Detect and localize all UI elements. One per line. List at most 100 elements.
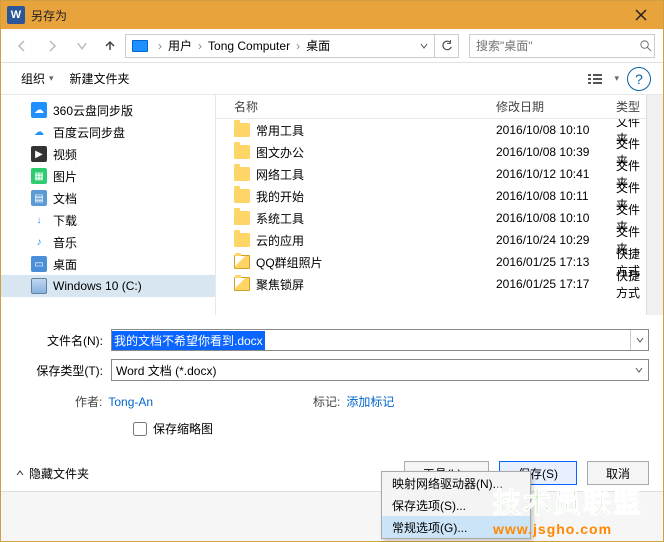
file-name: 云的应用: [256, 232, 304, 249]
file-list: 名称 修改日期 类型 常用工具2016/10/08 10:10文件夹图文办公20…: [216, 95, 646, 315]
close-button[interactable]: [619, 1, 663, 29]
search-box[interactable]: [469, 34, 655, 58]
author-label: 作者:: [75, 395, 102, 409]
tree-item-label: 下载: [53, 212, 77, 229]
tags-value[interactable]: 添加标记: [346, 395, 394, 409]
tree-item-label: 视频: [53, 146, 77, 163]
toolbar: 组织▾ 新建文件夹 ▾ ?: [1, 63, 663, 95]
col-date[interactable]: 修改日期: [496, 98, 616, 115]
tree-item[interactable]: ▤文档: [1, 187, 215, 209]
crumb-user[interactable]: Tong Computer: [206, 39, 292, 53]
file-date: 2016/10/08 10:10: [496, 123, 616, 137]
save-form: 文件名(N): 我的文档不希望你看到.docx 保存类型(T): Word 文档…: [1, 315, 663, 443]
crumb-users[interactable]: 用户: [166, 37, 194, 54]
titlebar: W 另存为: [1, 1, 663, 29]
tree-item-label: 图片: [53, 168, 77, 185]
table-row[interactable]: 常用工具2016/10/08 10:10文件夹: [216, 119, 646, 141]
back-icon: [15, 39, 29, 53]
forward-button[interactable]: [39, 33, 65, 59]
watermark: 技术员联盟 www.jsgho.com: [493, 481, 643, 537]
tree-item[interactable]: ▭ 桌面: [1, 253, 215, 275]
tree-item-label: 桌面: [53, 256, 77, 273]
refresh-button[interactable]: [434, 35, 458, 57]
file-date: 2016/10/08 10:10: [496, 211, 616, 225]
filetype-label: 保存类型(T):: [15, 362, 111, 379]
filename-field[interactable]: 我的文档不希望你看到.docx: [111, 329, 649, 351]
table-row[interactable]: 网络工具2016/10/12 10:41文件夹: [216, 163, 646, 185]
table-row[interactable]: 我的开始2016/10/08 10:11文件夹: [216, 185, 646, 207]
list-header: 名称 修改日期 类型: [216, 95, 646, 119]
chevron-down-icon: ▾: [49, 73, 54, 84]
tree-item[interactable]: ☁ 百度云同步盘: [1, 121, 215, 143]
filetype-dropdown[interactable]: [630, 360, 648, 380]
help-button[interactable]: ?: [627, 67, 651, 91]
folder-icon: [234, 145, 250, 159]
tree-item[interactable]: ▶ 视频: [1, 143, 215, 165]
refresh-icon: [441, 40, 453, 52]
crumb-desktop[interactable]: 桌面: [304, 37, 332, 54]
tree-item[interactable]: ☁ 360云盘同步版: [1, 99, 215, 121]
table-row[interactable]: 聚焦锁屏2016/01/25 17:17快捷方式: [216, 273, 646, 295]
tree-item[interactable]: Windows 10 (C:): [1, 275, 215, 297]
table-row[interactable]: 图文办公2016/10/08 10:39文件夹: [216, 141, 646, 163]
back-button[interactable]: [9, 33, 35, 59]
ic-cloud2-icon: ☁: [31, 124, 47, 140]
col-type[interactable]: 类型: [616, 98, 646, 115]
ic-desk-icon: ▭: [31, 256, 47, 272]
save-thumbnail-checkbox[interactable]: [133, 422, 147, 436]
tree-item-label: 音乐: [53, 234, 77, 251]
ic-music-icon: ♪: [31, 234, 47, 250]
file-date: 2016/10/24 10:29: [496, 233, 616, 247]
main-pane: ☁ 360云盘同步版 ☁ 百度云同步盘 ▶ 视频 ▦ 图片 ▤文档 ↓ 下载 ♪ 音乐 ▭ 桌面 Window…: [1, 95, 663, 315]
view-mode-button[interactable]: [582, 67, 610, 91]
col-name[interactable]: 名称: [216, 98, 496, 115]
new-folder-button[interactable]: 新建文件夹: [62, 66, 138, 91]
folder-tree: ☁ 360云盘同步版 ☁ 百度云同步盘 ▶ 视频 ▦ 图片 ▤文档 ↓ 下载 ♪ 音乐 ▭ 桌面 Window…: [1, 95, 216, 315]
ic-pic-icon: ▦: [31, 168, 47, 184]
watermark-url: www.jsgho.com: [493, 521, 643, 537]
tree-item[interactable]: ♪ 音乐: [1, 231, 215, 253]
word-app-icon: W: [7, 6, 25, 24]
file-date: 2016/10/08 10:11: [496, 189, 616, 203]
file-name: 系统工具: [256, 210, 304, 227]
hide-folders-toggle[interactable]: 隐藏文件夹: [15, 465, 89, 482]
forward-icon: [45, 39, 59, 53]
folder-icon: [234, 277, 250, 291]
table-row[interactable]: 云的应用2016/10/24 10:29文件夹: [216, 229, 646, 251]
filetype-select[interactable]: Word 文档 (*.docx): [111, 359, 649, 381]
tree-item-label: 百度云同步盘: [53, 124, 125, 141]
up-button[interactable]: [99, 33, 121, 59]
folder-icon: [234, 211, 250, 225]
recent-dropdown[interactable]: [69, 33, 95, 59]
tree-item[interactable]: ▦ 图片: [1, 165, 215, 187]
search-button[interactable]: [637, 39, 654, 52]
filename-dropdown[interactable]: [630, 330, 648, 350]
chevron-down-icon[interactable]: ▾: [610, 73, 623, 84]
pc-icon: [132, 40, 148, 52]
file-type: 快捷方式: [616, 267, 646, 301]
address-bar[interactable]: › 用户 › Tong Computer › 桌面: [125, 34, 459, 58]
chevron-down-icon: [75, 39, 89, 53]
filename-value[interactable]: 我的文档不希望你看到.docx: [112, 331, 265, 350]
folder-icon: [234, 189, 250, 203]
ic-video-icon: ▶: [31, 146, 47, 162]
file-name: 聚焦锁屏: [256, 276, 304, 293]
author-value[interactable]: Tong-An: [108, 395, 153, 409]
ic-cloud1-icon: ☁: [31, 102, 47, 118]
organize-button[interactable]: 组织▾: [13, 66, 62, 91]
file-date: 2016/01/25 17:17: [496, 277, 616, 291]
tree-item[interactable]: ↓ 下载: [1, 209, 215, 231]
address-dropdown[interactable]: [414, 41, 434, 51]
table-row[interactable]: QQ群组照片2016/01/25 17:13快捷方式: [216, 251, 646, 273]
filename-label: 文件名(N):: [15, 332, 111, 349]
save-thumbnail-label: 保存缩略图: [153, 420, 213, 437]
ic-dl-icon: ↓: [31, 212, 47, 228]
tree-item-label: 360云盘同步版: [53, 102, 133, 119]
table-row[interactable]: 系统工具2016/10/08 10:10文件夹: [216, 207, 646, 229]
chevron-down-icon: [636, 336, 644, 344]
meta-row: 作者:Tong-An 标记:添加标记: [15, 389, 649, 420]
search-input[interactable]: [470, 39, 637, 53]
chevron-down-icon: [419, 41, 429, 51]
vertical-scrollbar[interactable]: [646, 95, 663, 315]
file-name: 网络工具: [256, 166, 304, 183]
